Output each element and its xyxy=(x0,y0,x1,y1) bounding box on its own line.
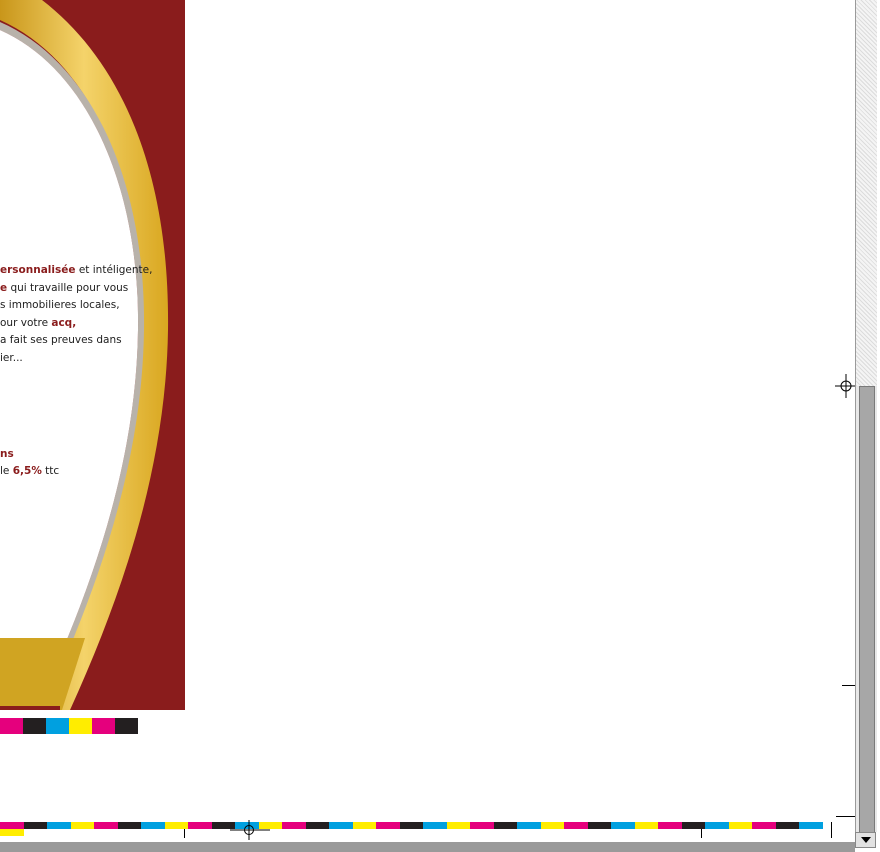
registration-mark-icon xyxy=(230,820,270,840)
color-patch xyxy=(0,822,24,829)
color-patch xyxy=(70,822,94,829)
crop-mark xyxy=(701,829,702,838)
color-patch xyxy=(728,822,752,829)
color-patch xyxy=(141,822,165,829)
scroll-track[interactable] xyxy=(856,0,877,386)
color-patch xyxy=(376,822,400,829)
color-patch xyxy=(775,822,799,829)
horizontal-scrollbar[interactable] xyxy=(0,842,855,852)
text-line: our votre acq, xyxy=(0,315,160,333)
text-line: s immobilieres locales, xyxy=(0,297,160,315)
highlighted-text: 6,5% xyxy=(12,464,42,477)
color-patch xyxy=(164,822,188,829)
color-patch xyxy=(446,822,470,829)
color-patch xyxy=(799,822,823,829)
text-line: ersonnalisée et intéligente, xyxy=(0,262,160,280)
text-line: a fait ses preuves dans xyxy=(0,332,160,350)
vertical-scrollbar[interactable] xyxy=(855,0,877,834)
text-line: ns xyxy=(0,446,160,463)
color-patch xyxy=(705,822,729,829)
color-patch xyxy=(0,829,24,836)
text-run: le xyxy=(0,464,13,477)
color-patch xyxy=(352,822,376,829)
crop-mark xyxy=(836,816,855,817)
text-run: a fait ses preuves dans xyxy=(0,334,122,347)
color-patch xyxy=(69,718,92,734)
text-line: le 6,5% ttc xyxy=(0,463,160,480)
color-patch xyxy=(23,718,46,734)
highlighted-text: ersonnalisée xyxy=(0,264,76,276)
color-patch xyxy=(634,822,658,829)
color-patch xyxy=(540,822,564,829)
color-patch xyxy=(46,718,69,734)
scroll-thumb[interactable] xyxy=(859,386,875,834)
color-patch xyxy=(564,822,588,829)
color-patch xyxy=(517,822,541,829)
color-calibration-bar xyxy=(0,718,138,734)
color-patch xyxy=(587,822,611,829)
highlighted-text: ns xyxy=(0,448,14,460)
color-patch xyxy=(470,822,494,829)
color-calibration-strip xyxy=(0,822,843,836)
highlighted-text: acq, xyxy=(51,316,77,329)
scroll-down-button[interactable] xyxy=(855,832,876,848)
color-patch xyxy=(423,822,447,829)
color-patch xyxy=(188,822,212,829)
color-patch xyxy=(658,822,682,829)
color-patch xyxy=(94,822,118,829)
text-run: ier... xyxy=(0,351,23,364)
color-patch xyxy=(752,822,776,829)
crop-mark xyxy=(831,822,832,838)
color-patch xyxy=(47,822,71,829)
text-line: ier... xyxy=(0,350,160,368)
text-run: our votre xyxy=(0,316,52,329)
color-patch xyxy=(329,822,353,829)
text-line: e qui travaille pour vous xyxy=(0,280,160,298)
registration-mark-icon xyxy=(835,374,857,398)
color-patch xyxy=(611,822,635,829)
color-patch xyxy=(282,822,306,829)
crop-mark xyxy=(184,829,185,838)
color-patch xyxy=(399,822,423,829)
color-patch xyxy=(23,822,47,829)
text-run: ttc xyxy=(41,464,60,477)
text-run: et intéligente, xyxy=(75,264,153,276)
price-text: ns le 6,5% ttc xyxy=(0,446,160,479)
color-patch xyxy=(493,822,517,829)
color-patch xyxy=(681,822,705,829)
color-patch xyxy=(92,718,115,734)
text-run: qui travaille pour vous xyxy=(7,281,129,294)
text-run: s immobilieres locales, xyxy=(0,299,120,312)
color-patch xyxy=(0,718,23,734)
color-patch xyxy=(305,822,329,829)
crop-mark xyxy=(842,685,855,686)
color-patch xyxy=(115,718,138,734)
arrow-down-icon xyxy=(861,837,871,843)
body-text: ersonnalisée et intéligente, e qui travai… xyxy=(0,262,160,368)
document-page: ersonnalisée et intéligente, e qui travai… xyxy=(0,0,185,710)
color-patch xyxy=(117,822,141,829)
